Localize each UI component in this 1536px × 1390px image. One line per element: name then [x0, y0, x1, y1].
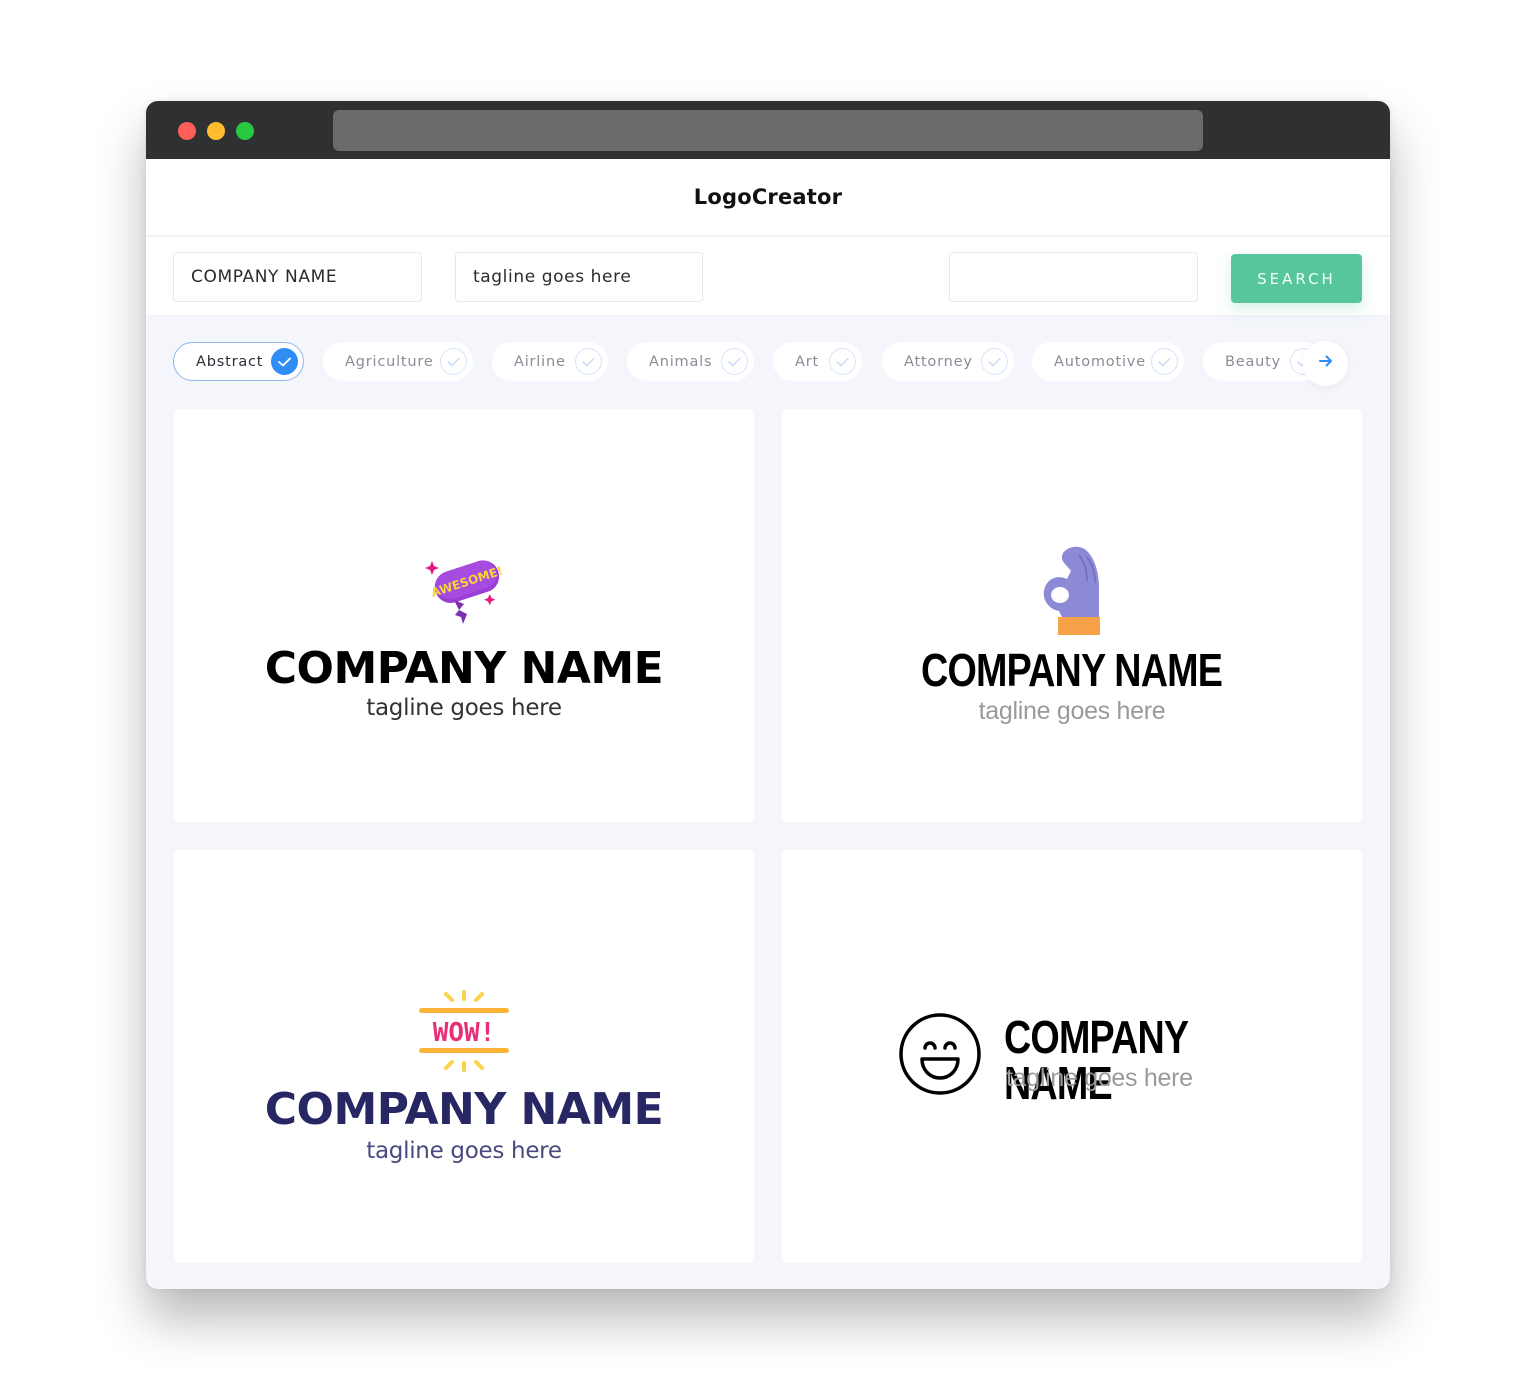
minimize-window-button[interactable]	[207, 122, 225, 140]
category-chip-agriculture[interactable]: Agriculture	[323, 342, 473, 381]
awesome-speech-bubble-icon: AWESOME!	[424, 554, 508, 626]
category-chip-abstract[interactable]: Abstract	[173, 342, 304, 381]
browser-window: LogoCreator COMPANY NAME tagline goes he…	[146, 101, 1390, 1289]
close-window-button[interactable]	[178, 122, 196, 140]
logo-toolbar: COMPANY NAME tagline goes here SEARCH	[146, 237, 1390, 315]
logo-company-name: COMPANY NAME	[264, 643, 664, 694]
check-icon	[271, 348, 298, 375]
company-name-input[interactable]: COMPANY NAME	[173, 252, 422, 302]
wow-sign-icon: WOW!	[416, 990, 512, 1072]
laughing-face-icon	[898, 1012, 982, 1096]
logo-company-name: COMPANY NAME	[921, 644, 1223, 696]
logo-tagline: tagline goes here	[366, 1138, 562, 1164]
category-label: Art	[795, 353, 819, 370]
wow-text: WOW!	[433, 1018, 496, 1048]
address-bar[interactable]	[333, 110, 1203, 151]
check-icon	[1151, 348, 1178, 375]
logo-tagline: tagline goes here	[366, 695, 562, 721]
category-filter: Abstract Agriculture Airline Animals Art	[146, 341, 1390, 386]
logo-card[interactable]: COMPANY NAME tagline goes here	[782, 409, 1362, 822]
logo-tagline: tagline goes here	[978, 697, 1166, 725]
next-categories-button[interactable]	[1303, 341, 1348, 386]
category-label: Attorney	[904, 353, 973, 370]
tagline-input[interactable]: tagline goes here	[455, 252, 703, 302]
category-chip-airline[interactable]: Airline	[492, 342, 608, 381]
category-chip-art[interactable]: Art	[773, 342, 862, 381]
logo-company-name: COMPANY NAME	[264, 1084, 664, 1135]
category-label: Beauty	[1225, 353, 1282, 370]
logo-tagline: tagline goes here	[1006, 1064, 1193, 1092]
check-icon	[981, 348, 1008, 375]
check-icon	[721, 348, 748, 375]
logo-card[interactable]: WOW! COMPANY NAME tagline goes here	[174, 850, 754, 1263]
title-bar	[146, 101, 1390, 159]
category-chip-animals[interactable]: Animals	[627, 342, 754, 381]
check-icon	[440, 348, 467, 375]
app-title: LogoCreator	[693, 185, 843, 209]
category-label: Agriculture	[345, 353, 434, 370]
app-header: LogoCreator	[146, 159, 1390, 236]
arrow-right-icon	[1318, 354, 1334, 373]
logo-card[interactable]: AWESOME! COMPANY NAME tagline goes here	[174, 409, 754, 822]
search-button[interactable]: SEARCH	[1231, 254, 1362, 303]
check-icon	[829, 348, 856, 375]
category-label: Abstract	[196, 353, 264, 370]
category-label: Automotive	[1054, 353, 1146, 370]
logo-card[interactable]: COMPANY NAME tagline goes here	[782, 850, 1362, 1263]
maximize-window-button[interactable]	[236, 122, 254, 140]
category-label: Animals	[649, 353, 713, 370]
category-chip-automotive[interactable]: Automotive	[1032, 342, 1184, 381]
ok-hand-icon	[1041, 545, 1103, 639]
check-icon	[575, 348, 602, 375]
category-chip-attorney[interactable]: Attorney	[882, 342, 1014, 381]
category-label: Airline	[514, 353, 566, 370]
search-input[interactable]	[949, 252, 1198, 302]
